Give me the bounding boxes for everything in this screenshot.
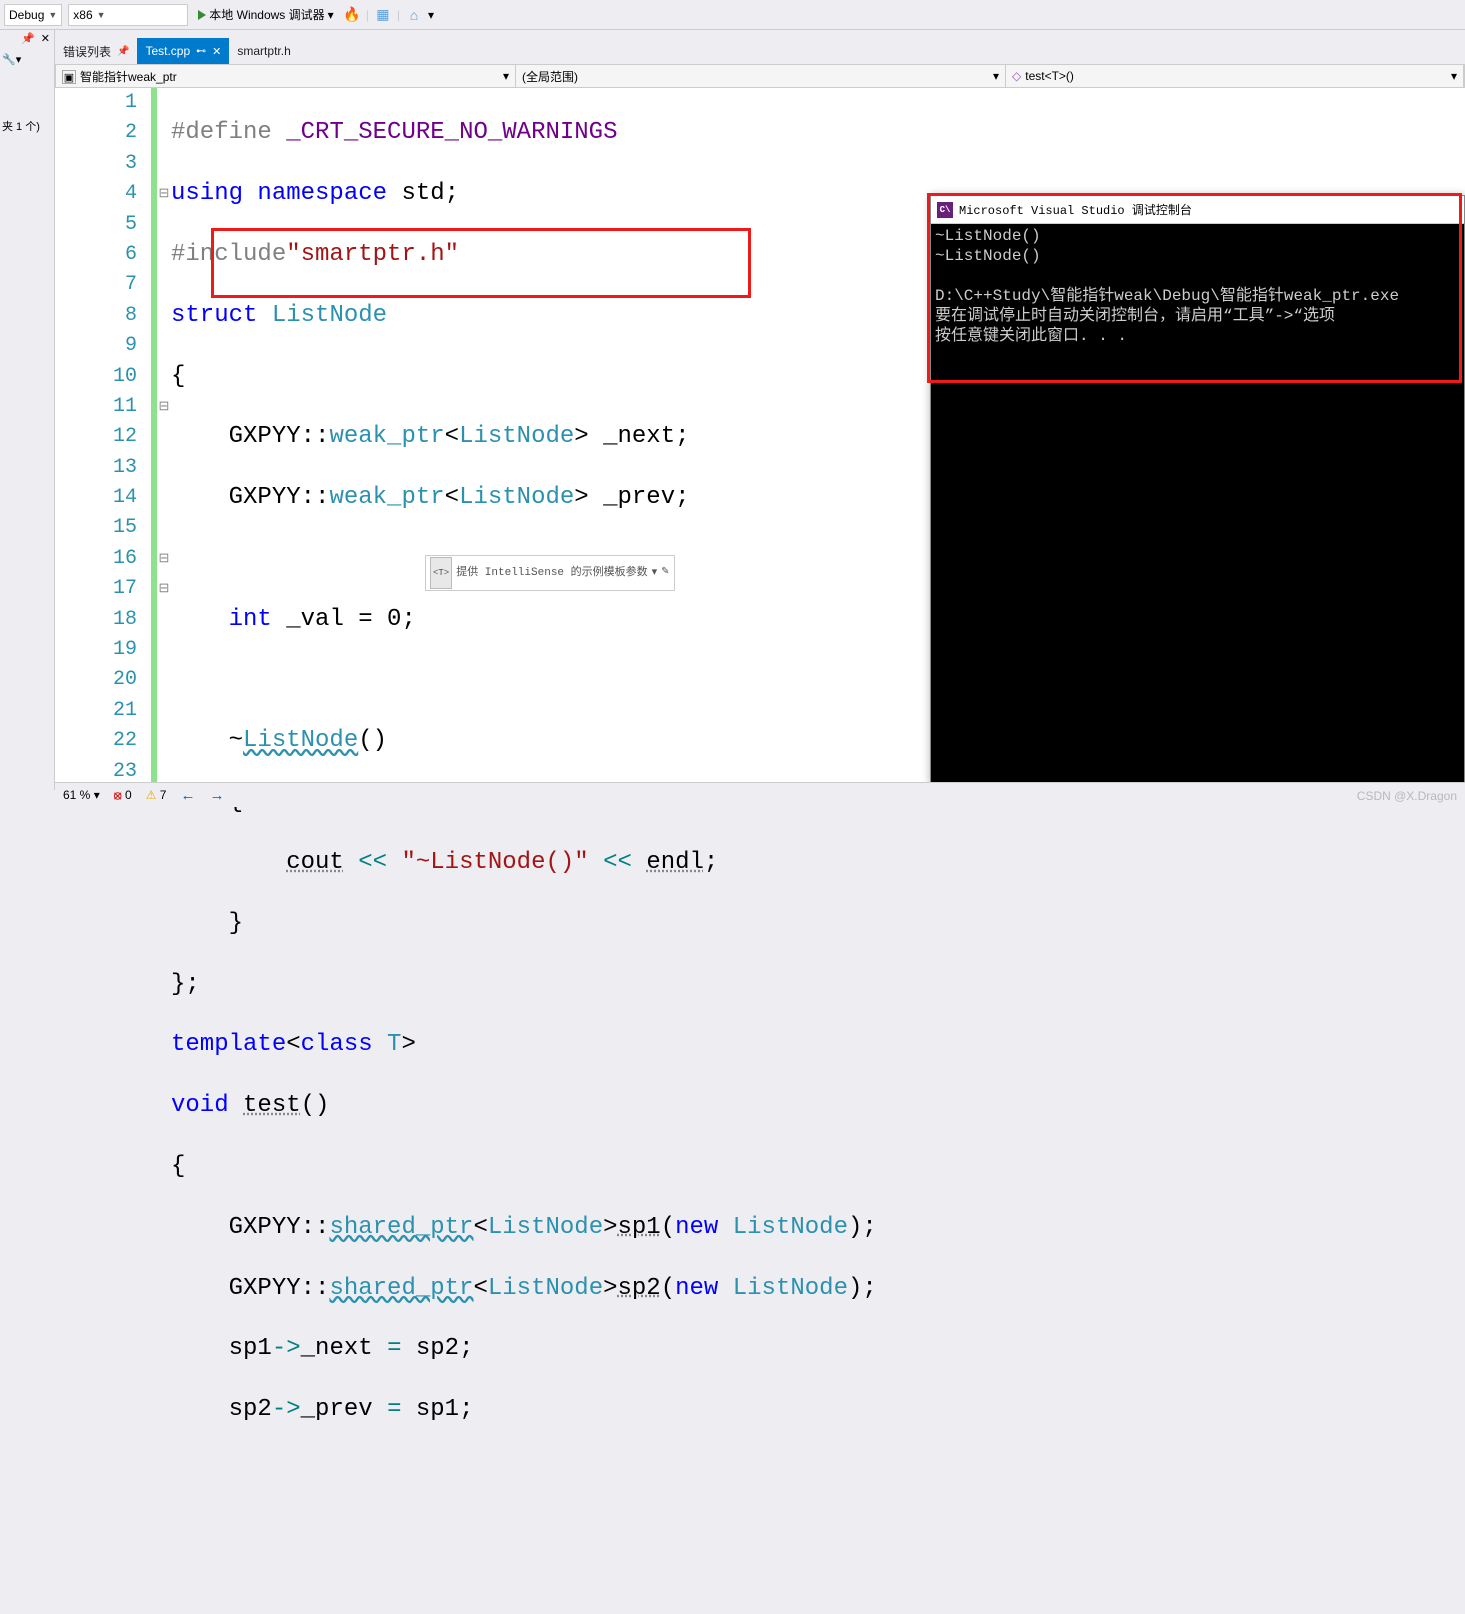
- flame-icon[interactable]: 🔥: [344, 7, 360, 23]
- intellisense-hint[interactable]: <T> 提供 IntelliSense 的示例模板参数 ▾ ✎: [425, 555, 675, 591]
- error-count[interactable]: ⦻ 0: [114, 788, 132, 803]
- caret-icon: ▾: [652, 558, 658, 588]
- tab-test-cpp[interactable]: Test.cpp ⊷ ✕: [137, 38, 229, 64]
- console-output: ~ListNode() ~ListNode() D:\C++Study\智能指针…: [931, 224, 1464, 348]
- pin-icon[interactable]: ⊷: [196, 46, 206, 57]
- status-bar: 61 % ▾ ⦻ 0 ⚠ 7 ← →: [55, 782, 1465, 807]
- tab-smartptr-h[interactable]: smartptr.h: [229, 38, 298, 64]
- warning-count[interactable]: ⚠ 7: [146, 788, 167, 802]
- member-combo[interactable]: ◇test<T>() ▾: [1006, 65, 1464, 87]
- project-scope-combo[interactable]: ▣智能指针weak_ptr ▾: [56, 65, 516, 87]
- pin-icon[interactable]: 📌: [21, 32, 35, 45]
- close-icon[interactable]: ✕: [212, 45, 221, 58]
- pin-icon[interactable]: 📌: [117, 46, 129, 57]
- nav-forward-button[interactable]: →: [209, 787, 224, 804]
- grid-icon[interactable]: ▦: [375, 7, 391, 23]
- watermark: CSDN @X.Dragon: [1357, 789, 1457, 803]
- platform-combo[interactable]: x86▼: [68, 4, 188, 26]
- document-tab-strip: 错误列表 📌 Test.cpp ⊷ ✕ smartptr.h: [55, 30, 1465, 64]
- left-sidebar: 📌 ✕ 🔧▾ 夹 1 个): [0, 30, 55, 790]
- play-icon: [198, 10, 206, 20]
- line-number-gutter: 1234567891011121314151617181920212223: [55, 88, 151, 782]
- template-tag-icon: <T>: [430, 557, 452, 589]
- top-toolbar: Debug▼ x86▼ 本地 Windows 调试器 ▾ 🔥 | ▦ | ⌂▾: [0, 0, 1465, 30]
- console-titlebar[interactable]: C\ Microsoft Visual Studio 调试控制台: [931, 196, 1464, 224]
- start-debug-button[interactable]: 本地 Windows 调试器 ▾: [194, 4, 337, 26]
- error-icon: ⦻: [114, 788, 122, 802]
- wrench-icon[interactable]: 🔧▾: [2, 54, 21, 66]
- method-icon: ◇: [1012, 69, 1021, 83]
- scope-combo[interactable]: (全局范围)▾: [516, 65, 1006, 87]
- caret-icon: ▾: [328, 8, 334, 22]
- nav-back-button[interactable]: ←: [180, 787, 195, 804]
- close-icon[interactable]: ✕: [41, 32, 50, 45]
- home-icon[interactable]: ⌂: [406, 7, 422, 23]
- vs-icon: C\: [937, 202, 953, 218]
- config-combo[interactable]: Debug▼: [4, 4, 62, 26]
- caret-icon: ▼: [48, 10, 57, 20]
- navigation-bar: ▣智能指针weak_ptr ▾ (全局范围)▾ ◇test<T>() ▾: [55, 64, 1465, 88]
- tab-error-list[interactable]: 错误列表 📌: [55, 38, 137, 64]
- zoom-level[interactable]: 61 % ▾: [63, 788, 100, 802]
- folder-count-text: 夹 1 个): [0, 112, 54, 140]
- caret-icon: ▼: [97, 10, 106, 20]
- edit-icon[interactable]: ✎: [661, 558, 669, 588]
- debug-console-window[interactable]: C\ Microsoft Visual Studio 调试控制台 ~ListNo…: [930, 195, 1465, 785]
- fold-column[interactable]: ⊟⊟⊟⊟: [157, 88, 171, 782]
- warning-icon: ⚠: [146, 788, 157, 802]
- project-icon: ▣: [62, 70, 76, 84]
